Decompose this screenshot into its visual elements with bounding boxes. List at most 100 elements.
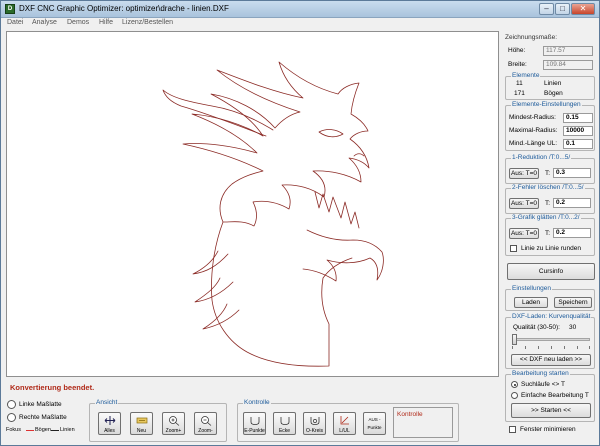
minimize-window-label: Fenster minimieren (520, 426, 576, 433)
slider-tick (564, 346, 565, 349)
slider-tick (589, 346, 590, 349)
quality-label: Qualität (30-50): (513, 324, 560, 331)
minimize-button[interactable]: – (539, 3, 554, 15)
error-delete-title: 2-Fehler löschen /T:0...5/ (511, 184, 585, 191)
width-field: 109.84 (543, 60, 593, 70)
status-message: Konvertierung beendet. (10, 383, 95, 392)
corner-button[interactable]: Ecke (273, 412, 296, 435)
height-field: 117.57 (543, 46, 593, 56)
elements-title: Elemente (511, 72, 541, 79)
search-runs-label: Suchläufe <> T (521, 381, 565, 388)
drawing-canvas[interactable] (6, 31, 499, 377)
zoom-in-button[interactable]: Zoom+ (162, 412, 185, 435)
right-dim-icon[interactable] (7, 413, 16, 422)
dragon-horn (162, 89, 274, 137)
cursinfo-button[interactable]: Cursinfo (507, 263, 595, 280)
dragon-neck (211, 221, 353, 367)
reduction-group: 1-Reduktion /T:0...5/ Aus: T=0 T: 0.3 (505, 154, 595, 184)
zoom-in-label: Zoom+ (165, 428, 182, 434)
simple-processing-radio[interactable] (511, 392, 518, 399)
max-radius-label: Maximal-Radius: (509, 127, 558, 134)
slider-tick (525, 346, 526, 349)
zoom-out-icon (201, 416, 212, 426)
dragon-drawing (162, 61, 384, 367)
smooth-title: 3-Grafik glätten /T:0...2/ (511, 214, 581, 221)
element-settings-group: Elemente-Einstellungen Mindest-Radius: 0… (505, 101, 595, 151)
l-ul-label: L/UL (339, 428, 350, 434)
dxf-load-group: DXF-Laden: Kurvenqualität Qualität (30-5… (505, 313, 595, 369)
dragon-nostril (353, 153, 365, 157)
left-dim-label[interactable]: Linke Maßlatte (19, 401, 62, 408)
elements-group: Elemente 11 Linien 171 Bögen (505, 72, 595, 100)
menu-hilfe[interactable]: Hilfe (99, 19, 113, 26)
lines-label: Linien (544, 80, 562, 87)
dragon-outline (182, 61, 370, 227)
save-settings-button[interactable]: Speichern (554, 297, 592, 308)
maximize-button[interactable]: □ (555, 3, 570, 15)
max-radius-field[interactable]: 10000 (563, 126, 593, 136)
control-group: Kontrolle E-Punkte Ecke O-Kreis L/UL AUS… (237, 399, 459, 442)
right-dim-label[interactable]: Rechte Maßlatte (19, 414, 67, 421)
expand-arrows-icon (104, 416, 116, 425)
error-delete-t-field[interactable]: 0.2 (553, 198, 591, 208)
endpoints-button[interactable]: E-Punkte (243, 412, 266, 435)
load-settings-button[interactable]: Laden (514, 297, 548, 308)
view-all-button[interactable]: Alles (98, 412, 121, 435)
smooth-off-button[interactable]: Aus: T=0 (509, 228, 539, 239)
dragon-teeth (314, 191, 360, 229)
slider-tick (551, 346, 552, 349)
smooth-t-label: T: (545, 230, 551, 237)
minimize-window-checkbox[interactable] (509, 426, 516, 433)
dimension-controls: Linke Maßlatte Rechte Maßlatte Fokus Bög… (5, 399, 85, 443)
error-delete-off-button[interactable]: Aus: T=0 (509, 198, 539, 209)
view-title: Ansicht (95, 399, 119, 406)
element-settings-title: Elemente-Einstellungen (511, 101, 582, 108)
left-dim-icon[interactable] (7, 400, 16, 409)
close-button[interactable]: ✕ (571, 3, 595, 15)
menu-analyse[interactable]: Analyse (32, 19, 57, 26)
o-circle-icon (310, 417, 320, 425)
zoom-out-button[interactable]: Zoom- (194, 412, 217, 435)
min-radius-label: Mindest-Radius: (509, 114, 556, 121)
endpoints-label: E-Punkte (244, 428, 265, 434)
dxf-app-icon: D (5, 4, 15, 14)
dragon-jaw (302, 229, 384, 282)
quality-slider-ticks (512, 346, 590, 349)
smooth-t-field[interactable]: 0.2 (553, 228, 591, 238)
error-delete-group: 2-Fehler löschen /T:0...5/ Aus: T=0 T: 0… (505, 184, 595, 214)
round-lines-checkbox[interactable] (510, 245, 517, 252)
legend-arcs-swatch (26, 430, 34, 431)
search-runs-radio[interactable] (511, 381, 518, 388)
quality-slider-track (512, 338, 590, 341)
l-ul-button[interactable]: L/UL (333, 412, 356, 435)
min-length-label: Mind.-Länge UL: (509, 140, 558, 147)
reduction-t-label: T: (545, 170, 551, 177)
zoom-in-icon (169, 416, 180, 426)
start-button[interactable]: >> Starten << (511, 403, 591, 418)
menu-datei[interactable]: Datei (7, 19, 23, 26)
corner-label: Ecke (278, 428, 291, 434)
quality-slider-thumb[interactable] (512, 334, 517, 345)
o-circle-button[interactable]: O-Kreis (303, 412, 326, 435)
refresh-icon (136, 417, 148, 424)
view-group: Ansicht Alles Neu Zoom+ Zoom- (89, 399, 227, 442)
title-bar: D DXF CNC Graphic Optimizer: optimizer\d… (1, 1, 599, 18)
menu-demos[interactable]: Demos (67, 19, 89, 26)
lines-count: 11 (516, 80, 523, 87)
slider-tick (512, 346, 513, 349)
legend-lines-swatch (51, 430, 59, 431)
slider-tick (538, 346, 539, 349)
legend-arcs: Bögen (35, 427, 51, 433)
min-radius-field[interactable]: 0.15 (563, 113, 593, 123)
menu-lizenz[interactable]: Lizenz/Bestellen (122, 19, 173, 26)
menu-bar: Datei Analyse Demos Hilfe Lizenz/Bestell… (1, 18, 599, 29)
arcs-label: Bögen (544, 90, 563, 97)
processing-title: Bearbeitung starten (511, 370, 570, 377)
control-title: Kontrolle (243, 399, 271, 406)
points-off-button[interactable]: AUS - Punkte (363, 412, 386, 435)
reload-dxf-button[interactable]: << DXF neu laden >> (511, 354, 591, 366)
min-length-field[interactable]: 0.1 (563, 139, 593, 149)
reduction-t-field[interactable]: 0.3 (553, 168, 591, 178)
view-new-button[interactable]: Neu (130, 412, 153, 435)
reduction-off-button[interactable]: Aus: T=0 (509, 168, 539, 179)
